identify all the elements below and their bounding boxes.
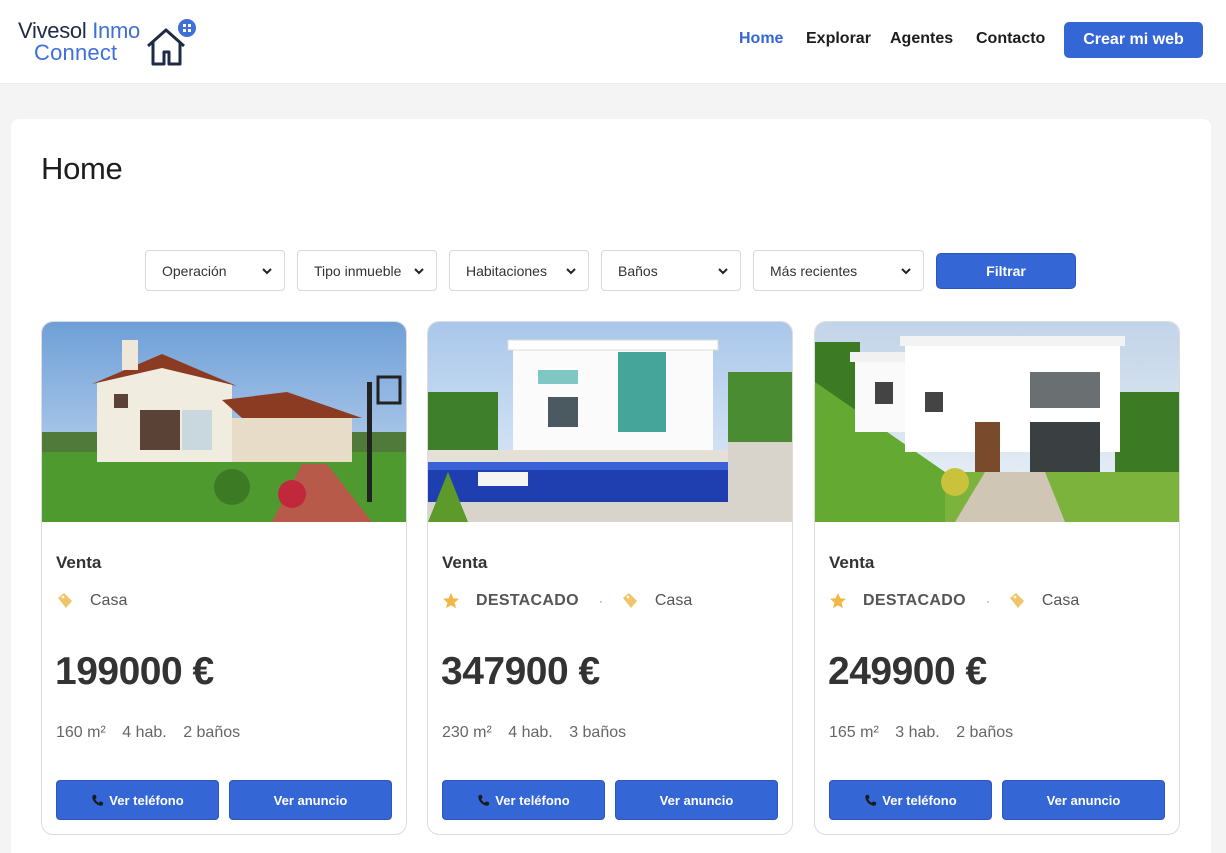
listing-price: 249900 € bbox=[828, 650, 987, 693]
featured-badge: DESTACADO bbox=[863, 592, 966, 609]
listing-area: 230 m² bbox=[442, 724, 492, 741]
view-phone-button[interactable]: Ver teléfono bbox=[56, 780, 219, 820]
listing-operation: Venta bbox=[56, 553, 102, 572]
listing-meta: Casa bbox=[56, 586, 127, 616]
view-phone-button[interactable]: Ver teléfono bbox=[829, 780, 992, 820]
listing-card[interactable]: Venta DESTACADO · Casa 347900 € 230 m² 4… bbox=[427, 321, 793, 835]
listing-baths: 3 baños bbox=[569, 724, 627, 741]
chevron-down-icon bbox=[414, 268, 424, 275]
listing-specs: 230 m² 4 hab. 3 baños bbox=[442, 724, 638, 742]
listing-photo[interactable] bbox=[815, 322, 1180, 522]
baths-select[interactable]: Baños bbox=[601, 250, 741, 291]
site-header: Vivesol Inmo Connect Home Explorar Agent… bbox=[0, 0, 1226, 84]
operation-select[interactable]: Operación bbox=[145, 250, 285, 291]
sort-select[interactable]: Más recientes bbox=[753, 250, 924, 291]
listing-photo[interactable] bbox=[428, 322, 793, 522]
listing-rooms: 4 hab. bbox=[122, 724, 167, 741]
chevron-down-icon bbox=[262, 268, 272, 275]
listing-card[interactable]: Venta DESTACADO · Casa 249900 € 165 m² 3… bbox=[814, 321, 1180, 835]
listing-photo[interactable] bbox=[42, 322, 407, 522]
listing-rooms: 4 hab. bbox=[508, 724, 553, 741]
listing-price: 199000 € bbox=[55, 650, 214, 693]
listing-meta: DESTACADO · Casa bbox=[442, 586, 692, 616]
featured-badge: DESTACADO bbox=[476, 592, 579, 609]
phone-icon bbox=[478, 794, 490, 806]
site-logo[interactable]: Vivesol Inmo Connect bbox=[18, 14, 204, 66]
nav-home[interactable]: Home bbox=[739, 30, 783, 48]
logo-text-bottom: Connect bbox=[34, 40, 118, 65]
page-title: Home bbox=[41, 151, 123, 186]
listing-price: 347900 € bbox=[441, 650, 600, 693]
listing-baths: 2 baños bbox=[183, 724, 241, 741]
filter-button[interactable]: Filtrar bbox=[936, 253, 1076, 289]
listing-type: Casa bbox=[1041, 592, 1080, 609]
nav-contacto[interactable]: Contacto bbox=[976, 30, 1045, 48]
listing-rooms: 3 hab. bbox=[895, 724, 940, 741]
listing-baths: 2 baños bbox=[956, 724, 1014, 741]
view-phone-label: Ver teléfono bbox=[495, 792, 570, 808]
create-website-button[interactable]: Crear mi web bbox=[1064, 22, 1203, 58]
chevron-down-icon bbox=[718, 268, 728, 275]
phone-icon bbox=[92, 794, 104, 806]
listing-specs: 165 m² 3 hab. 2 baños bbox=[829, 724, 1025, 742]
main-panel: Home Operación Tipo inmueble Habitacione… bbox=[11, 119, 1211, 853]
sort-select-value: Más recientes bbox=[770, 262, 858, 279]
nav-agentes[interactable]: Agentes bbox=[890, 30, 953, 48]
star-icon bbox=[830, 593, 846, 609]
listing-type: Casa bbox=[654, 592, 693, 609]
star-icon bbox=[443, 593, 459, 609]
separator-dot: · bbox=[598, 594, 603, 608]
listing-area: 160 m² bbox=[56, 724, 106, 741]
property-type-select-value: Tipo inmueble bbox=[314, 262, 402, 279]
listing-card[interactable]: Venta Casa 199000 € 160 m² 4 hab. 2 baño… bbox=[41, 321, 407, 835]
view-listing-button[interactable]: Ver anuncio bbox=[229, 780, 392, 820]
listing-type: Casa bbox=[90, 592, 128, 609]
listing-operation: Venta bbox=[829, 553, 875, 572]
property-type-select[interactable]: Tipo inmueble bbox=[297, 250, 437, 291]
rooms-select[interactable]: Habitaciones bbox=[449, 250, 589, 291]
listing-meta: DESTACADO · Casa bbox=[829, 586, 1079, 616]
listing-operation: Venta bbox=[442, 553, 488, 572]
tag-icon bbox=[622, 593, 637, 608]
view-listing-button[interactable]: Ver anuncio bbox=[1002, 780, 1165, 820]
baths-select-value: Baños bbox=[618, 262, 658, 279]
chevron-down-icon bbox=[901, 268, 911, 275]
listing-specs: 160 m² 4 hab. 2 baños bbox=[56, 724, 252, 742]
tag-icon bbox=[1009, 593, 1024, 608]
phone-icon bbox=[865, 794, 877, 806]
operation-select-value: Operación bbox=[162, 262, 227, 279]
separator-dot: · bbox=[985, 594, 990, 608]
rooms-select-value: Habitaciones bbox=[466, 262, 547, 279]
nav-explorar[interactable]: Explorar bbox=[806, 30, 871, 48]
tag-icon bbox=[58, 593, 72, 608]
chevron-down-icon bbox=[566, 268, 576, 275]
house-icon bbox=[147, 19, 196, 66]
view-phone-label: Ver teléfono bbox=[882, 792, 957, 808]
view-phone-label: Ver teléfono bbox=[109, 792, 184, 808]
view-phone-button[interactable]: Ver teléfono bbox=[442, 780, 605, 820]
view-listing-button[interactable]: Ver anuncio bbox=[615, 780, 778, 820]
listing-area: 165 m² bbox=[829, 724, 879, 741]
